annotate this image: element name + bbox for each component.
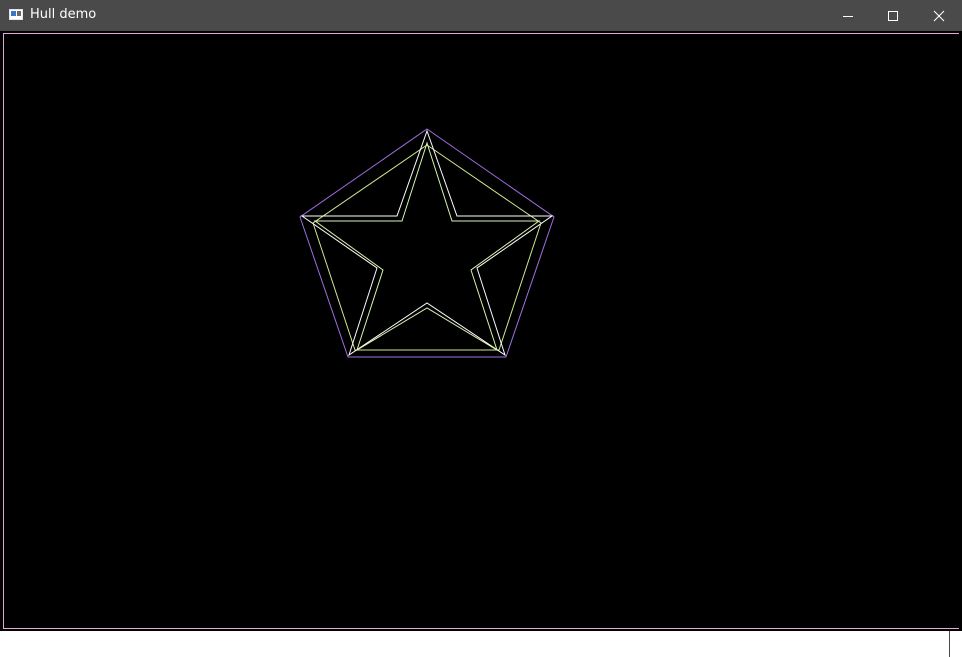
inner-star-outline	[313, 141, 541, 352]
close-button[interactable]	[916, 0, 962, 31]
minimize-button[interactable]	[825, 0, 871, 31]
outer-convex-hull	[299, 128, 555, 358]
app-window: Hull demo	[0, 0, 962, 657]
app-window-icon	[9, 9, 23, 20]
close-icon	[933, 10, 945, 21]
window-title: Hull demo	[30, 7, 97, 22]
maximize-button[interactable]	[870, 0, 916, 31]
maximize-icon	[888, 10, 898, 21]
resize-edge[interactable]	[949, 631, 950, 657]
minimize-icon	[843, 15, 853, 17]
hull-drawing	[299, 128, 555, 358]
window-bottom-area	[0, 631, 962, 657]
drawing-canvas[interactable]	[0, 31, 962, 631]
title-bar[interactable]: Hull demo	[0, 0, 962, 31]
outer-star-outline	[300, 129, 554, 357]
